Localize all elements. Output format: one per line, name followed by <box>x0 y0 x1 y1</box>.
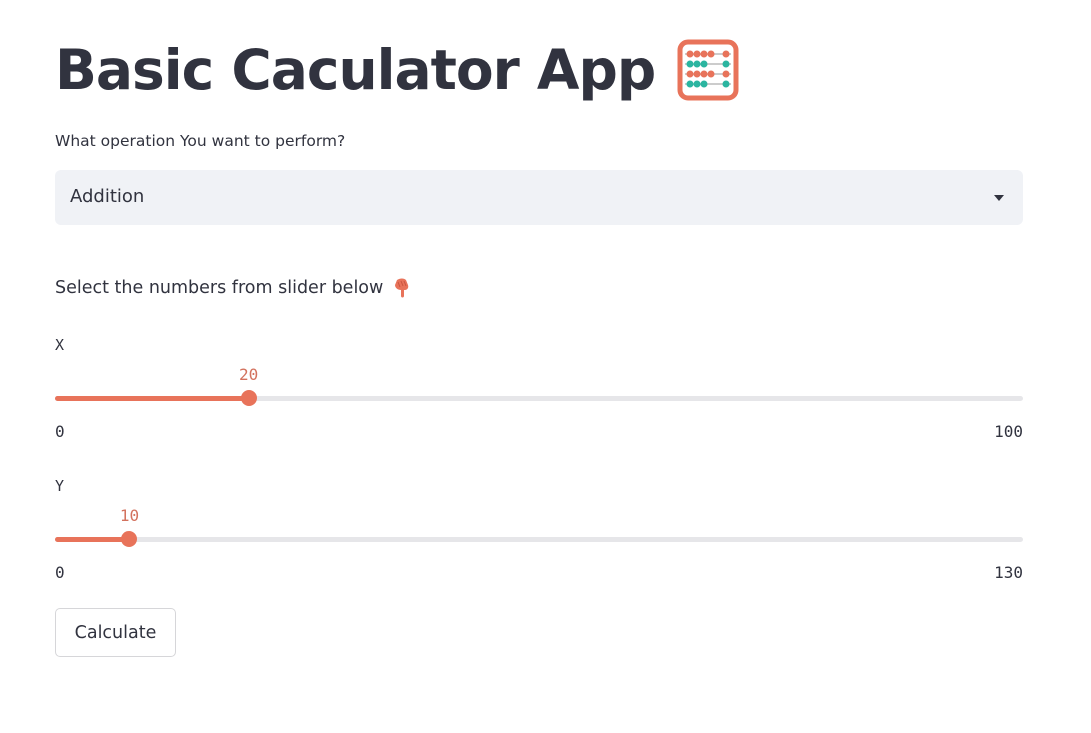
slider-y-value: 10 <box>119 506 140 525</box>
slider-x-min: 0 <box>55 422 65 441</box>
slider-y-fill <box>55 537 130 542</box>
slider-y-thumb[interactable] <box>121 531 138 547</box>
slider-y-max: 130 <box>994 563 1023 582</box>
slider-y-min: 0 <box>55 563 65 582</box>
app-page: Basic Caculator App What operation You w… <box>0 0 1091 733</box>
slider-x-value: 20 <box>238 365 259 384</box>
slider-x-fill <box>55 396 249 401</box>
calculate-button[interactable]: Calculate <box>55 608 176 657</box>
slider-x-label: X <box>55 336 65 354</box>
operation-select-label: What operation You want to perform? <box>55 132 346 150</box>
operation-select[interactable]: Addition <box>55 170 1023 225</box>
abacus-icon <box>677 39 739 101</box>
slider-y[interactable]: 10 <box>55 506 1023 547</box>
slider-x-max: 100 <box>994 422 1023 441</box>
pointing-down-icon <box>395 278 409 298</box>
slider-x[interactable]: 20 <box>55 365 1023 406</box>
slider-x-thumb[interactable] <box>240 390 257 406</box>
title-row: Basic Caculator App <box>55 34 739 106</box>
slider-y-label: Y <box>55 477 65 495</box>
slider-instruction-text: Select the numbers from slider below <box>55 278 384 298</box>
operation-select-value: Addition <box>70 186 145 207</box>
chevron-down-icon[interactable] <box>994 195 1004 201</box>
page-title: Basic Caculator App <box>55 38 656 102</box>
slider-instruction: Select the numbers from slider below <box>55 277 413 299</box>
